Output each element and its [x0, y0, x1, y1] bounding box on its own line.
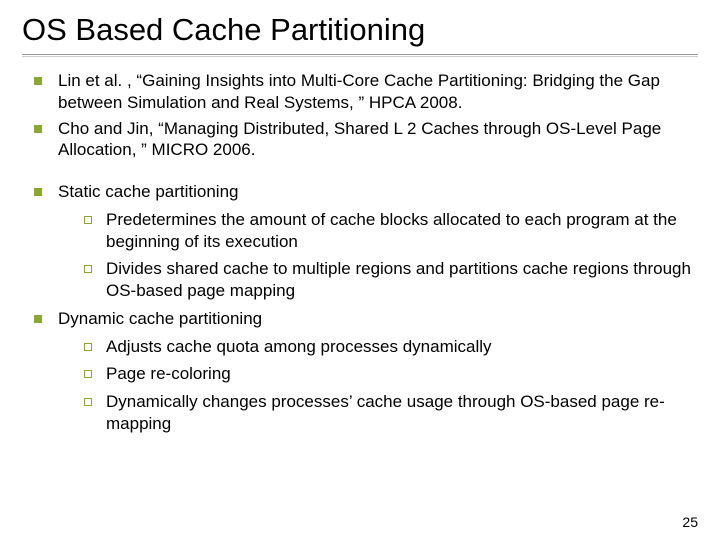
reference-list: Lin et al. , “Gaining Insights into Mult… — [30, 70, 698, 161]
section-heading: Static cache partitioning — [58, 182, 239, 201]
list-item: Dynamic cache partitioning Adjusts cache… — [30, 308, 698, 435]
sub-item-text: Predetermines the amount of cache blocks… — [106, 210, 677, 251]
sub-item-text: Adjusts cache quota among processes dyna… — [106, 337, 492, 356]
slide: OS Based Cache Partitioning Lin et al. ,… — [0, 0, 720, 540]
sub-item-text: Dynamically changes processes’ cache usa… — [106, 392, 665, 433]
list-item: Static cache partitioning Predetermines … — [30, 181, 698, 302]
sub-item-text: Page re-coloring — [106, 364, 231, 383]
reference-text: Lin et al. , “Gaining Insights into Mult… — [58, 71, 660, 112]
sub-item-text: Divides shared cache to multiple regions… — [106, 259, 691, 300]
page-number: 25 — [682, 514, 698, 530]
slide-content: Lin et al. , “Gaining Insights into Mult… — [22, 70, 698, 435]
list-item: Lin et al. , “Gaining Insights into Mult… — [30, 70, 698, 114]
sub-list: Predetermines the amount of cache blocks… — [78, 209, 698, 302]
title-underline — [22, 54, 698, 56]
list-item: Predetermines the amount of cache blocks… — [78, 209, 698, 253]
list-item: Adjusts cache quota among processes dyna… — [78, 336, 698, 358]
list-item: Divides shared cache to multiple regions… — [78, 258, 698, 302]
list-item: Dynamically changes processes’ cache usa… — [78, 391, 698, 435]
slide-title: OS Based Cache Partitioning — [22, 12, 698, 48]
section-heading: Dynamic cache partitioning — [58, 309, 262, 328]
sub-list: Adjusts cache quota among processes dyna… — [78, 336, 698, 435]
section-list: Static cache partitioning Predetermines … — [30, 181, 698, 435]
list-item: Cho and Jin, “Managing Distributed, Shar… — [30, 118, 698, 162]
list-item: Page re-coloring — [78, 363, 698, 385]
reference-text: Cho and Jin, “Managing Distributed, Shar… — [58, 119, 661, 160]
